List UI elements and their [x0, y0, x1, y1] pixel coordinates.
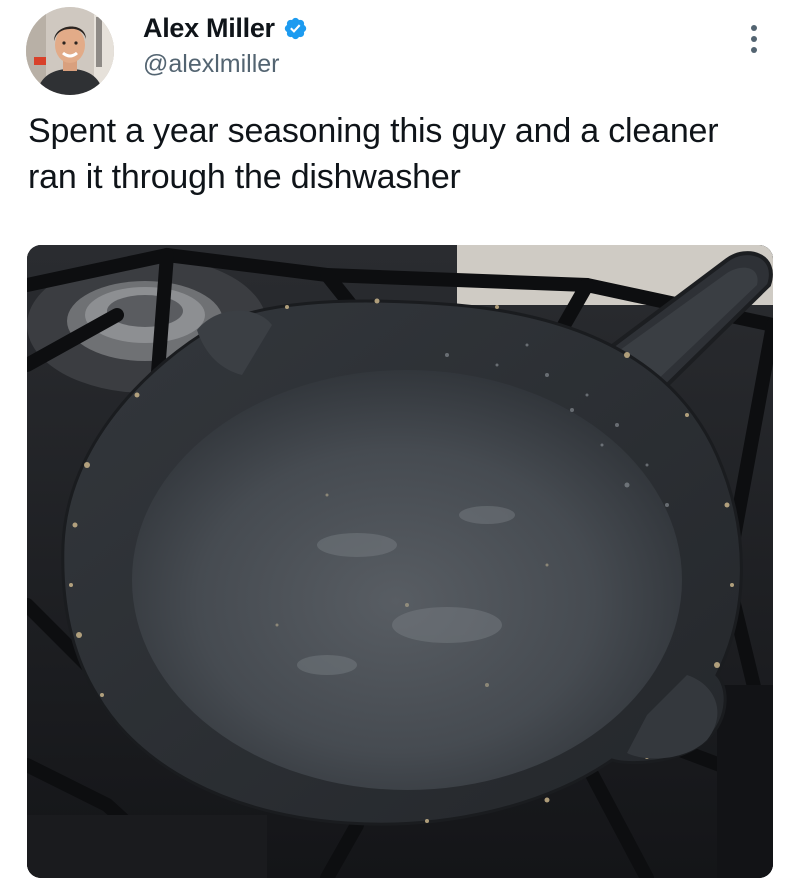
author-handle[interactable]: @alexlmiller: [143, 50, 280, 79]
tweet-card: Alex Miller @alexlmiller Spent a year se…: [0, 0, 800, 885]
display-name[interactable]: Alex Miller: [143, 13, 275, 44]
more-vertical-icon[interactable]: [744, 22, 764, 62]
author-name-row: Alex Miller: [143, 10, 308, 46]
tweet-text: Spent a year seasoning this guy and a cl…: [28, 112, 719, 196]
person-avatar-icon: [26, 7, 114, 95]
cast-iron-skillet-photo-icon: [27, 245, 773, 878]
avatar[interactable]: [26, 7, 114, 95]
tweet-media[interactable]: [27, 245, 773, 878]
verified-badge-icon: [284, 17, 306, 39]
